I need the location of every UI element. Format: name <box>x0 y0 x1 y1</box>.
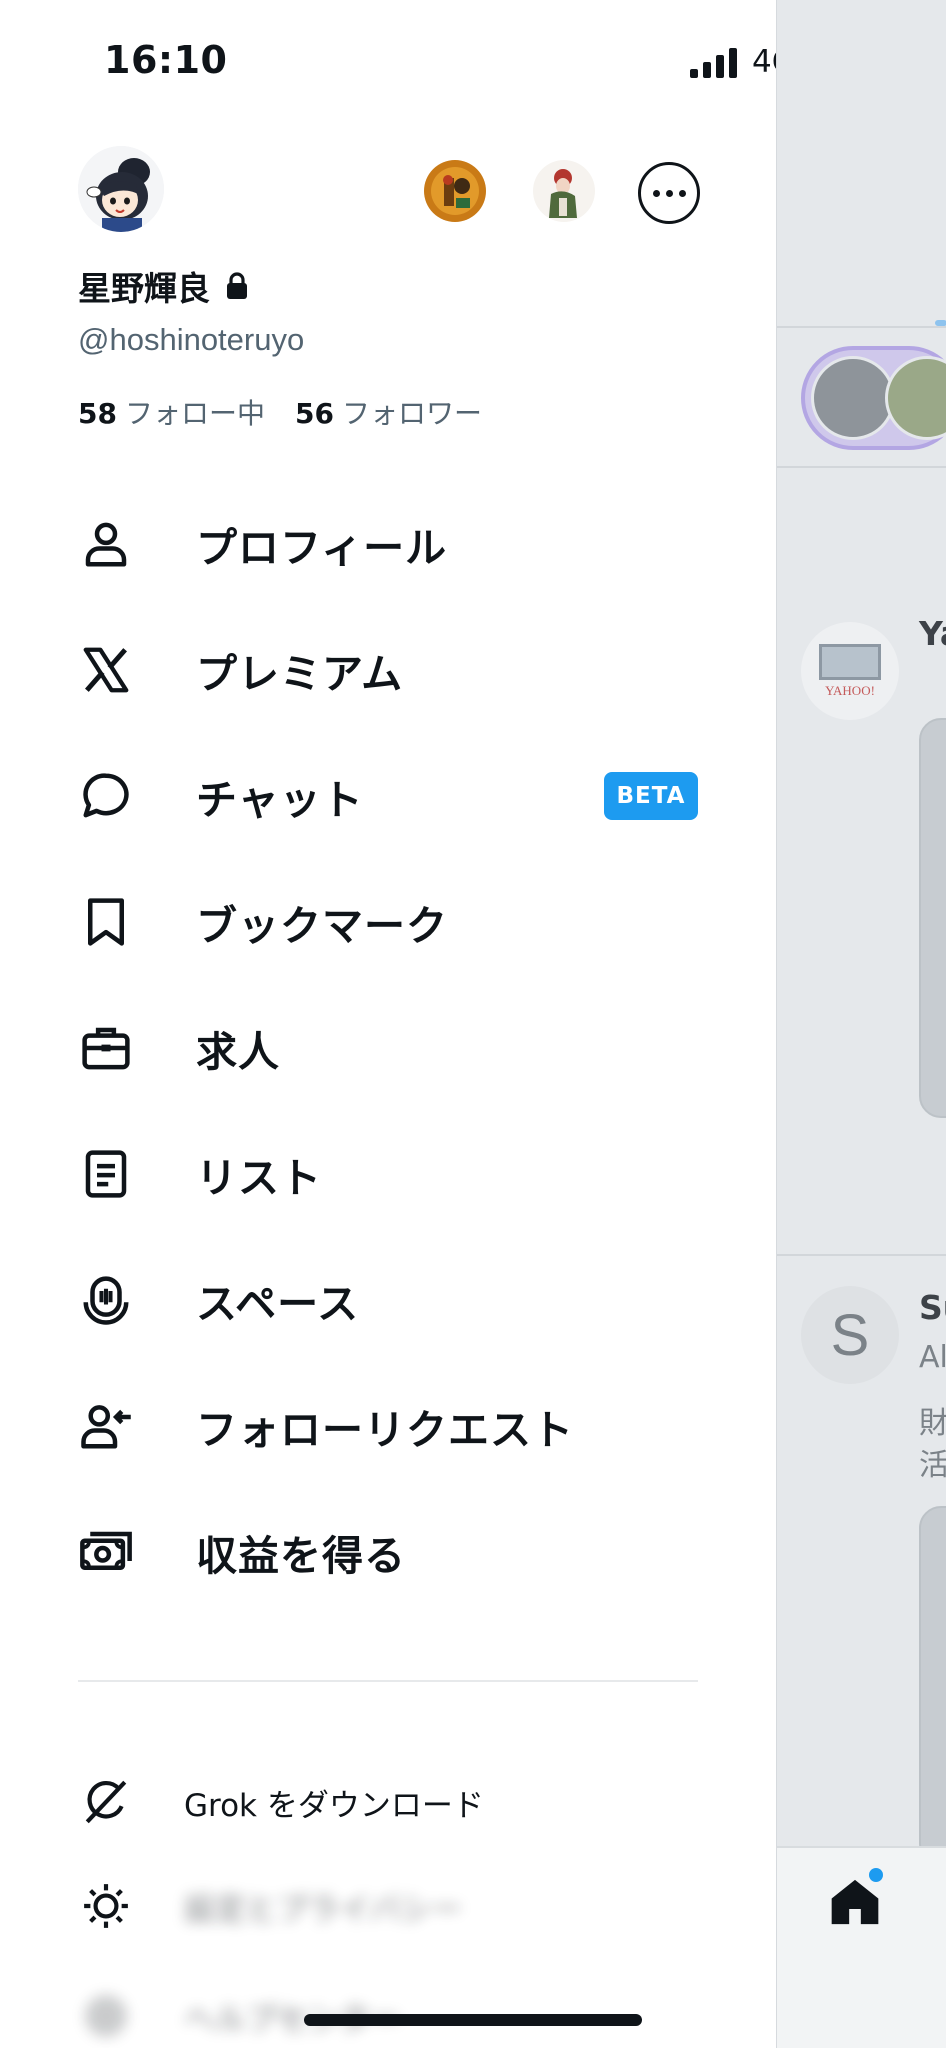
following-link[interactable]: 58 フォロー中 <box>78 392 265 432</box>
menu-item-label: フォローリクエスト <box>196 1406 574 1454</box>
menu-item-jobs[interactable]: 求人 <box>0 998 776 1098</box>
menu-item-premium[interactable]: プレミアム <box>0 620 776 720</box>
settings-sun-icon <box>78 1878 134 1934</box>
profile-avatar[interactable] <box>78 146 164 232</box>
list-document-icon <box>78 1146 134 1202</box>
home-indicator[interactable] <box>304 2014 642 2026</box>
divider <box>777 466 946 468</box>
post-author: Su <box>919 1288 946 1327</box>
display-name: 星野輝良 <box>78 269 210 308</box>
news-icon <box>819 643 881 680</box>
menu-item-chat[interactable]: チャット BETA <box>0 746 776 846</box>
divider <box>777 1254 946 1256</box>
more-dot <box>652 189 660 197</box>
followers-count: 56 <box>294 397 334 430</box>
switch-account-avatar[interactable] <box>424 160 486 222</box>
money-icon <box>78 1524 134 1580</box>
menu-item-label: 求人 <box>196 1028 280 1076</box>
menu-divider <box>78 1680 698 1682</box>
post-media <box>919 718 946 1118</box>
post-text: 財 <box>919 1406 946 1441</box>
help-icon <box>78 1988 134 2044</box>
menu-item-bookmarks[interactable]: ブックマーク <box>0 872 776 972</box>
briefcase-icon <box>78 1020 134 1076</box>
menu-item-label: リスト <box>196 1154 322 1202</box>
post-subtitle: Al <box>919 1340 946 1375</box>
followers-label: フォロワー <box>341 397 482 430</box>
person-icon <box>78 516 134 572</box>
background-timeline: YAHOO! Ya S Su Al 財 活 <box>776 0 946 2048</box>
notification-dot <box>869 1868 883 1882</box>
menu-item-label: スペース <box>196 1280 360 1328</box>
post-avatar: S <box>801 1286 899 1384</box>
post-author: Ya <box>919 614 946 653</box>
beta-badge: BETA <box>604 772 698 820</box>
avatar-image <box>533 160 595 222</box>
grok-icon <box>78 1774 134 1830</box>
follow-request-icon <box>78 1398 134 1454</box>
avatar-image <box>424 160 486 222</box>
menu-item-spaces[interactable]: スペース <box>0 1250 776 1350</box>
menu-item-label: 収益を得る <box>196 1532 406 1580</box>
grok-download-item[interactable]: Grok をダウンロード <box>0 1762 776 1842</box>
menu-item-monetization[interactable]: 収益を得る <box>0 1502 776 1602</box>
user-handle: @hoshinoteruyo <box>78 322 305 357</box>
bookmark-icon <box>78 894 134 950</box>
side-drawer: 16:10 4G <box>0 0 776 2048</box>
followers-link[interactable]: 56 フォロワー <box>295 392 482 432</box>
menu-item-label: プレミアム <box>196 650 404 698</box>
post-text: 活 <box>919 1448 946 1483</box>
post-media <box>919 1506 946 1866</box>
settings-privacy-label: 設定とプライバシー <box>184 1891 463 1928</box>
lock-icon <box>227 272 247 299</box>
grok-download-label: Grok をダウンロード <box>184 1787 484 1824</box>
cellular-signal-icon <box>690 48 737 78</box>
network-type: 4G <box>752 44 776 80</box>
logo-text: YAHOO! <box>825 682 875 698</box>
menu-item-label: チャット <box>196 776 364 824</box>
x-logo-icon <box>78 642 134 698</box>
menu-item-lists[interactable]: リスト <box>0 1124 776 1224</box>
chat-bubble-icon <box>78 768 134 824</box>
home-icon[interactable] <box>827 1874 883 1930</box>
settings-privacy-item[interactable]: 設定とプライバシー <box>0 1866 776 1946</box>
menu-item-follow-requests[interactable]: フォローリクエスト <box>0 1376 776 1476</box>
post-avatar: YAHOO! <box>801 622 899 720</box>
status-time: 16:10 <box>104 38 228 82</box>
more-dot <box>678 189 686 197</box>
menu-item-profile[interactable]: プロフィール <box>0 494 776 594</box>
following-count: 58 <box>78 397 117 430</box>
following-label: フォロー中 <box>124 397 265 430</box>
menu-item-label: ブックマーク <box>196 902 448 950</box>
display-name-row[interactable]: 星野輝良 <box>78 262 248 310</box>
switch-account-avatar[interactable] <box>533 160 595 222</box>
story-avatar <box>811 356 895 440</box>
microphone-spaces-icon <box>78 1272 134 1328</box>
follow-stats: 58 フォロー中 56 フォロワー <box>78 392 482 432</box>
divider <box>777 326 946 328</box>
help-center-item[interactable]: ヘルプセンター <box>0 1976 776 2048</box>
menu-item-label: プロフィール <box>196 524 448 572</box>
avatar-illustration <box>78 146 164 232</box>
more-dot <box>665 189 673 197</box>
more-accounts-button[interactable] <box>638 162 700 224</box>
